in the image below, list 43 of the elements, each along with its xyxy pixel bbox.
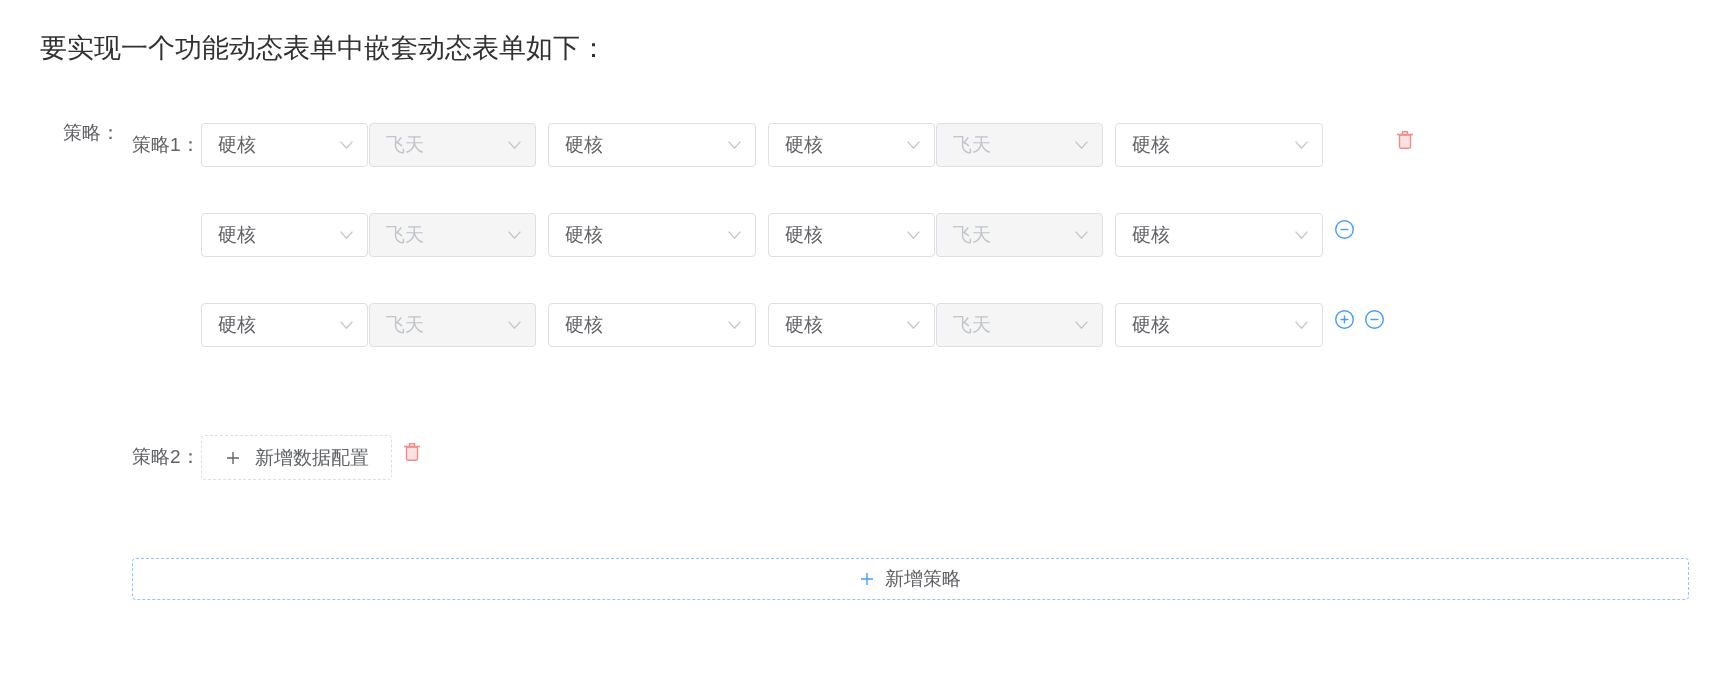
plus-circle-icon[interactable] xyxy=(1335,310,1354,329)
chevron-down-icon xyxy=(728,141,741,149)
dropdown-select[interactable]: 硬核 xyxy=(201,303,368,347)
chevron-down-icon xyxy=(340,231,353,239)
chevron-down-icon xyxy=(1295,231,1308,239)
strategy-label: 策略1： xyxy=(132,133,201,157)
chevron-down-icon xyxy=(1075,141,1088,149)
chevron-down-icon xyxy=(728,321,741,329)
chevron-down-icon xyxy=(1295,321,1308,329)
minus-circle-icon[interactable] xyxy=(1365,310,1384,329)
chevron-down-icon xyxy=(728,231,741,239)
dropdown-select[interactable]: 硬核 xyxy=(548,303,756,347)
chevron-down-icon xyxy=(1075,321,1088,329)
trash-icon[interactable] xyxy=(1397,131,1413,149)
chevron-down-icon xyxy=(1295,141,1308,149)
dropdown-select[interactable]: 硬核 xyxy=(768,303,935,347)
chevron-down-icon xyxy=(508,141,521,149)
chevron-down-icon xyxy=(508,321,521,329)
dropdown-select[interactable]: 硬核 xyxy=(768,213,935,257)
trash-icon[interactable] xyxy=(404,443,420,461)
dropdown-select[interactable]: 硬核 xyxy=(1115,213,1323,257)
plus-icon xyxy=(227,451,239,464)
chevron-down-icon xyxy=(1075,231,1088,239)
dropdown-select[interactable]: 硬核 xyxy=(1115,123,1323,167)
dropdown-select[interactable]: 硬核 xyxy=(768,123,935,167)
dropdown-select[interactable]: 硬核 xyxy=(201,123,368,167)
strategy-label: 策略2： xyxy=(132,445,201,469)
dropdown-select[interactable]: 硬核 xyxy=(548,123,756,167)
chevron-down-icon xyxy=(340,141,353,149)
plus-icon xyxy=(860,573,873,585)
add-config-button[interactable]: 新增数据配置 xyxy=(201,435,392,480)
chevron-down-icon xyxy=(340,321,353,329)
form-label: 策略： xyxy=(62,123,121,143)
page-title: 要实现一个功能动态表单中嵌套动态表单如下： xyxy=(40,32,608,65)
add-strategy-button[interactable]: 新增策略 xyxy=(132,558,1689,600)
chevron-down-icon xyxy=(907,321,920,329)
chevron-down-icon xyxy=(907,231,920,239)
dropdown-select[interactable]: 硬核 xyxy=(548,213,756,257)
chevron-down-icon xyxy=(907,141,920,149)
minus-circle-icon[interactable] xyxy=(1335,220,1354,239)
dropdown-select[interactable]: 硬核 xyxy=(201,213,368,257)
chevron-down-icon xyxy=(508,231,521,239)
dropdown-select[interactable]: 硬核 xyxy=(1115,303,1323,347)
